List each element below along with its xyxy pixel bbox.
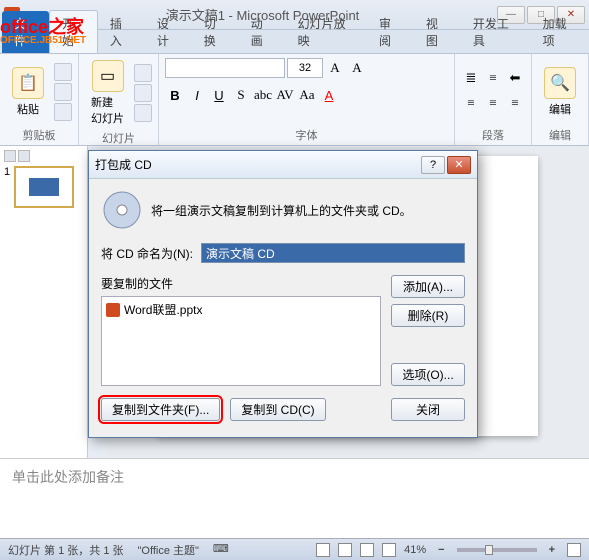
find-button[interactable]: 🔍 编辑 <box>538 65 582 119</box>
theme-name: "Office 主题" <box>138 542 199 558</box>
indent-dec-icon[interactable]: ⬅ <box>505 68 525 88</box>
shadow-button[interactable]: abc <box>253 85 273 105</box>
slides-tab-icon[interactable] <box>4 150 16 162</box>
paste-button[interactable]: 📋 粘贴 <box>6 65 50 119</box>
group-paragraph: ≣ ≡ ⬅ ≡ ≡ ≡ 段落 <box>455 54 532 145</box>
zoom-out-button[interactable]: − <box>434 544 448 556</box>
cd-name-label: 将 CD 命名为(N): <box>101 245 193 262</box>
tab-dev[interactable]: 开发工具 <box>461 11 531 53</box>
slideshow-view-icon[interactable] <box>382 543 396 557</box>
group-slides: ▭ 新建 幻灯片 幻灯片 <box>79 54 159 145</box>
cd-icon <box>101 189 143 231</box>
align-center-icon[interactable]: ≡ <box>483 93 503 113</box>
tab-review[interactable]: 审阅 <box>367 11 414 53</box>
zoom-slider[interactable] <box>457 548 537 552</box>
group-label: 字体 <box>165 125 448 143</box>
thumbnails-panel: 1 <box>0 146 88 458</box>
copy-to-folder-button[interactable]: 复制到文件夹(F)... <box>101 398 220 421</box>
align-left-icon[interactable]: ≡ <box>461 93 481 113</box>
tab-addins[interactable]: 加载项 <box>531 11 589 53</box>
options-button[interactable]: 选项(O)... <box>391 363 465 386</box>
zoom-in-button[interactable]: + <box>545 544 559 556</box>
ribbon: 📋 粘贴 剪贴板 ▭ 新建 幻灯片 幻灯片 <box>0 54 589 146</box>
font-size-select[interactable]: 32 <box>287 58 323 78</box>
add-button[interactable]: 添加(A)... <box>391 275 465 298</box>
group-clipboard: 📋 粘贴 剪贴板 <box>0 54 79 145</box>
thumbnail-preview <box>14 166 74 208</box>
tab-insert[interactable]: 插入 <box>98 11 145 53</box>
dialog-titlebar[interactable]: 打包成 CD ? ✕ <box>89 151 477 179</box>
grow-font-icon[interactable]: A <box>325 58 345 78</box>
tab-slideshow[interactable]: 幻灯片放映 <box>286 11 367 53</box>
case-button[interactable]: Aa <box>297 85 317 105</box>
notes-placeholder: 单击此处添加备注 <box>12 469 124 485</box>
group-editing: 🔍 编辑 编辑 <box>532 54 589 145</box>
binoculars-icon: 🔍 <box>544 67 576 99</box>
dialog-help-button[interactable]: ? <box>421 156 445 174</box>
underline-button[interactable]: U <box>209 85 229 105</box>
close-button[interactable]: 关闭 <box>391 398 465 421</box>
files-label: 要复制的文件 <box>101 275 381 292</box>
spacing-button[interactable]: AV <box>275 85 295 105</box>
copy-icon[interactable] <box>54 83 72 101</box>
reset-icon[interactable] <box>134 84 152 102</box>
tab-transition[interactable]: 切换 <box>192 11 239 53</box>
group-font: 32 A A B I U S abc AV Aa A 字体 <box>159 54 455 145</box>
pptx-icon <box>106 303 120 317</box>
clipboard-icon: 📋 <box>12 67 44 99</box>
file-item[interactable]: Word联盟.pptx <box>106 301 376 318</box>
normal-view-icon[interactable] <box>316 543 330 557</box>
group-label: 段落 <box>461 125 525 143</box>
format-painter-icon[interactable] <box>54 103 72 121</box>
section-icon[interactable] <box>134 104 152 122</box>
notes-pane[interactable]: 单击此处添加备注 <box>0 458 589 538</box>
bullets-icon[interactable]: ≣ <box>461 68 481 88</box>
font-family-select[interactable] <box>165 58 285 78</box>
strike-button[interactable]: S <box>231 85 251 105</box>
group-label: 编辑 <box>538 125 582 143</box>
tab-view[interactable]: 视图 <box>414 11 461 53</box>
bold-button[interactable]: B <box>165 85 185 105</box>
dialog-title: 打包成 CD <box>95 156 419 173</box>
sorter-view-icon[interactable] <box>338 543 352 557</box>
tab-design[interactable]: 设计 <box>145 11 192 53</box>
dialog-description: 将一组演示文稿复制到计算机上的文件夹或 CD。 <box>151 202 465 219</box>
font-color-button[interactable]: A <box>319 85 339 105</box>
outline-tab-icon[interactable] <box>18 150 30 162</box>
package-cd-dialog: 打包成 CD ? ✕ 将一组演示文稿复制到计算机上的文件夹或 CD。 将 CD … <box>88 150 478 438</box>
tab-animation[interactable]: 动画 <box>239 11 286 53</box>
status-bar: 幻灯片 第 1 张，共 1 张 "Office 主题" ⌨ 41% − + <box>0 538 589 560</box>
shrink-font-icon[interactable]: A <box>347 58 367 78</box>
cd-name-input[interactable] <box>201 243 465 263</box>
group-label: 幻灯片 <box>85 128 152 146</box>
watermark-logo: office之家OFFICE.JB51.NET <box>0 20 86 48</box>
cut-icon[interactable] <box>54 63 72 81</box>
file-name: Word联盟.pptx <box>124 301 202 318</box>
slide-count: 幻灯片 第 1 张，共 1 张 <box>8 542 124 558</box>
group-label: 剪贴板 <box>6 125 72 143</box>
new-slide-button[interactable]: ▭ 新建 幻灯片 <box>85 58 130 128</box>
dialog-close-button[interactable]: ✕ <box>447 156 471 174</box>
fit-window-icon[interactable] <box>567 543 581 557</box>
align-right-icon[interactable]: ≡ <box>505 93 525 113</box>
numbering-icon[interactable]: ≡ <box>483 68 503 88</box>
lang-icon[interactable]: ⌨ <box>213 542 229 558</box>
file-list[interactable]: Word联盟.pptx <box>101 296 381 386</box>
ribbon-tabs: 文件 开始 插入 设计 切换 动画 幻灯片放映 审阅 视图 开发工具 加载项 <box>0 30 589 54</box>
reading-view-icon[interactable] <box>360 543 374 557</box>
remove-button[interactable]: 删除(R) <box>391 304 465 327</box>
zoom-value: 41% <box>404 544 426 556</box>
thumbnail-number: 1 <box>4 166 10 208</box>
slide-thumbnail[interactable]: 1 <box>4 166 83 208</box>
copy-to-cd-button[interactable]: 复制到 CD(C) <box>230 398 325 421</box>
layout-icon[interactable] <box>134 64 152 82</box>
italic-button[interactable]: I <box>187 85 207 105</box>
new-slide-icon: ▭ <box>92 60 124 92</box>
